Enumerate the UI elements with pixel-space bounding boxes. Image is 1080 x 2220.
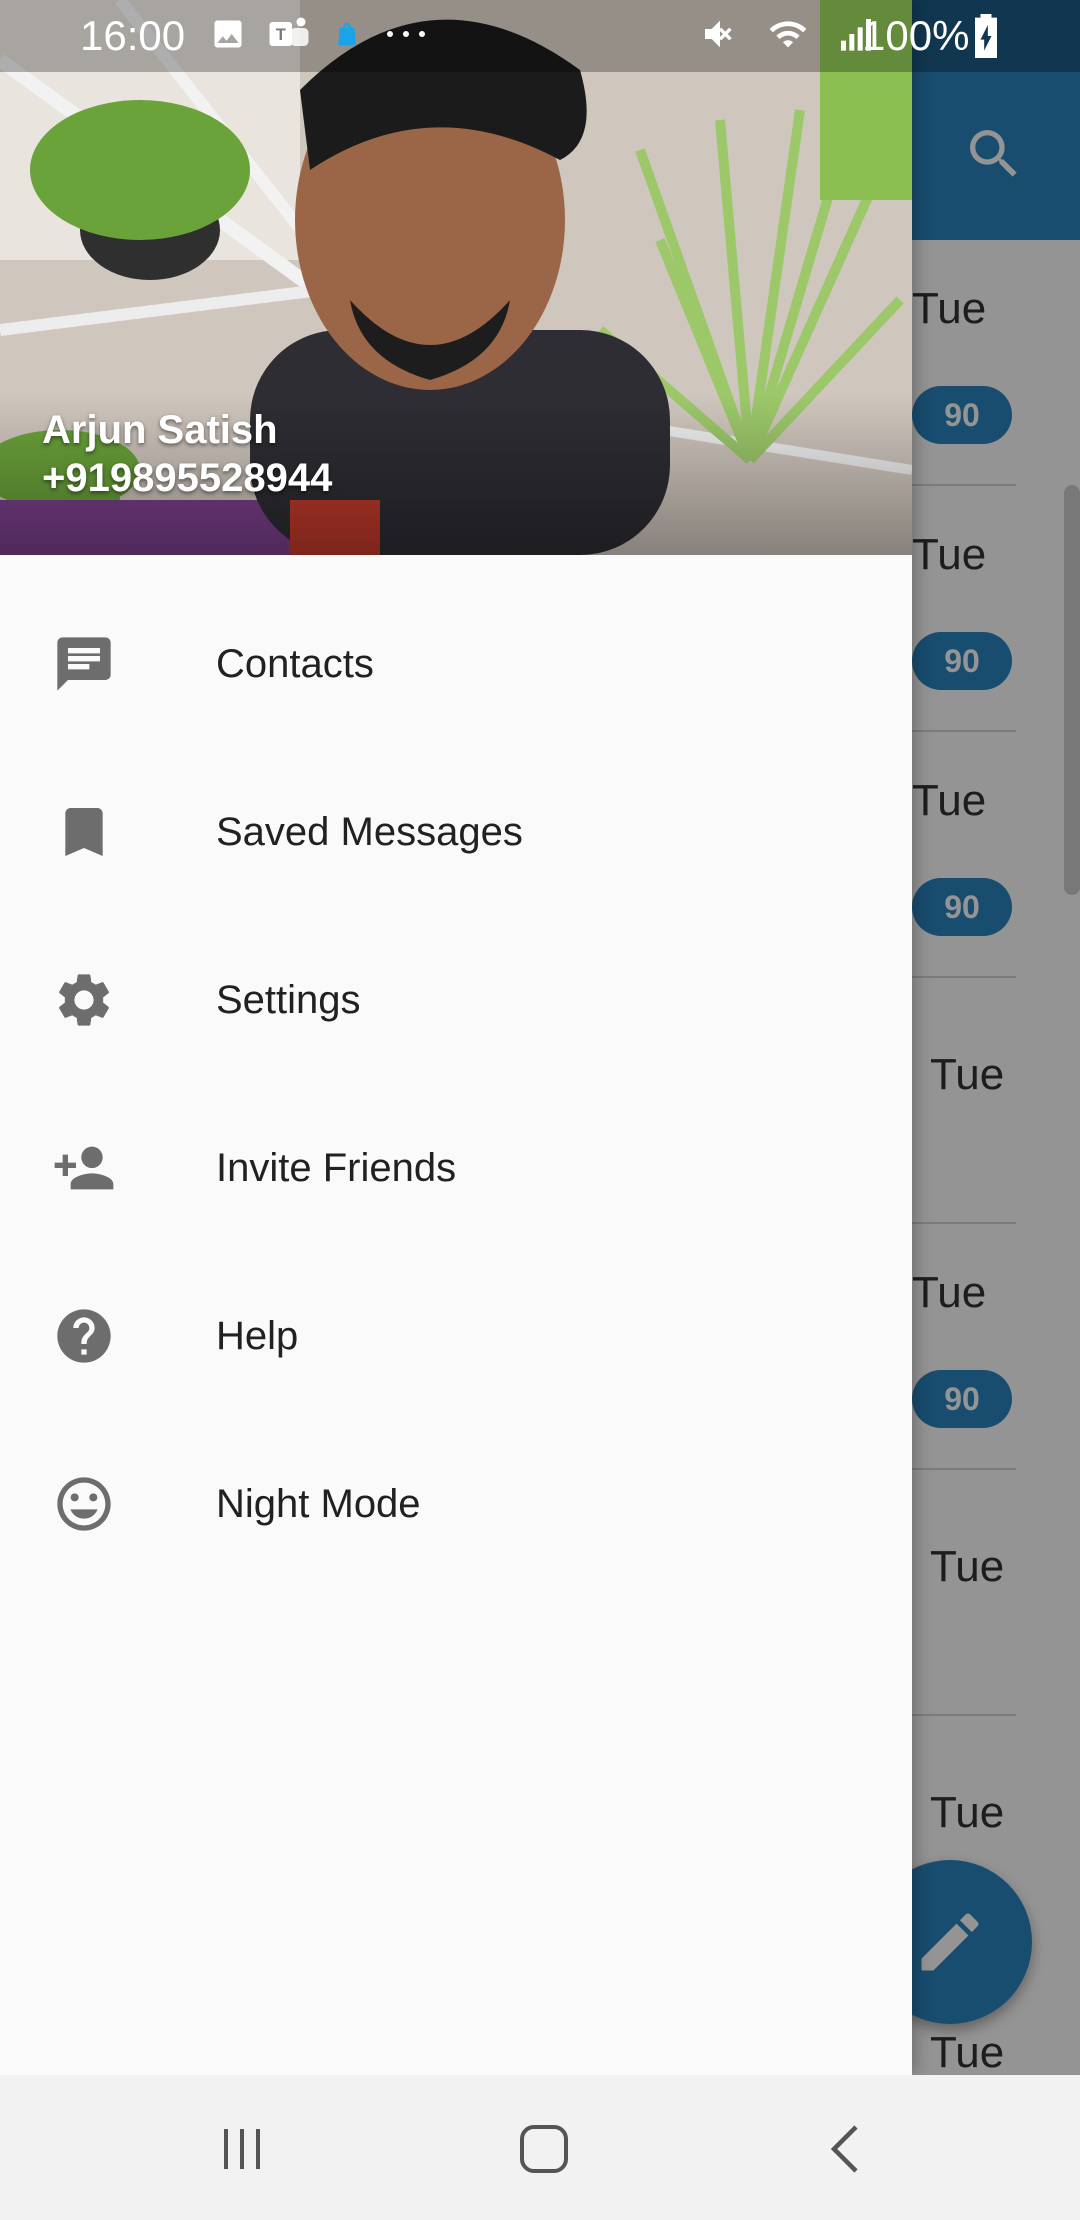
home-icon [518, 2123, 570, 2180]
system-icons [700, 14, 876, 58]
mute-icon [700, 14, 740, 59]
help-icon [52, 1304, 116, 1368]
drawer-header[interactable]: Arjun Satish +919895528944 [0, 0, 912, 555]
notification-icons: T [210, 16, 428, 56]
wifi-icon [766, 14, 810, 59]
image-icon [210, 16, 246, 57]
smiley-icon [52, 1472, 116, 1536]
gear-icon [52, 968, 116, 1032]
menu-item-label: Saved Messages [216, 809, 523, 854]
recent-apps-button[interactable] [202, 2115, 282, 2187]
home-button[interactable] [504, 2115, 584, 2187]
user-phone: +919895528944 [42, 456, 333, 500]
menu-item-label: Help [216, 1313, 299, 1358]
back-button[interactable] [806, 2115, 886, 2187]
status-time: 16:00 [80, 12, 186, 59]
navigation-drawer: Arjun Satish +919895528944 Contacts Save… [0, 0, 912, 2075]
bookmark-icon [52, 800, 116, 864]
menu-item-settings[interactable]: Settings [0, 916, 912, 1084]
recent-apps-icon [218, 2125, 266, 2178]
more-dots-icon [384, 27, 428, 45]
navigation-bar [0, 2075, 1080, 2220]
shopping-bag-icon [332, 19, 362, 54]
menu-item-contacts[interactable]: Contacts [0, 580, 912, 748]
drawer-menu: Contacts Saved Messages Settings Invite … [0, 580, 912, 1588]
teams-icon: T [268, 16, 310, 57]
battery-percent: 100% [862, 12, 970, 59]
menu-item-label: Contacts [216, 641, 374, 686]
user-name: Arjun Satish [42, 408, 278, 452]
menu-item-label: Settings [216, 977, 361, 1022]
menu-item-label: Invite Friends [216, 1145, 457, 1190]
menu-item-invite-friends[interactable]: Invite Friends [0, 1084, 912, 1252]
back-icon [826, 2123, 866, 2180]
menu-item-night-mode[interactable]: Night Mode [0, 1420, 912, 1588]
chat-icon [52, 632, 116, 696]
menu-item-help[interactable]: Help [0, 1252, 912, 1420]
menu-item-label: Night Mode [216, 1481, 421, 1526]
menu-item-saved-messages[interactable]: Saved Messages [0, 748, 912, 916]
svg-text:T: T [276, 26, 286, 44]
status-bar: 16:00 T 100% [0, 0, 1080, 72]
battery-charging-icon [972, 14, 1000, 63]
add-person-icon [52, 1136, 116, 1200]
